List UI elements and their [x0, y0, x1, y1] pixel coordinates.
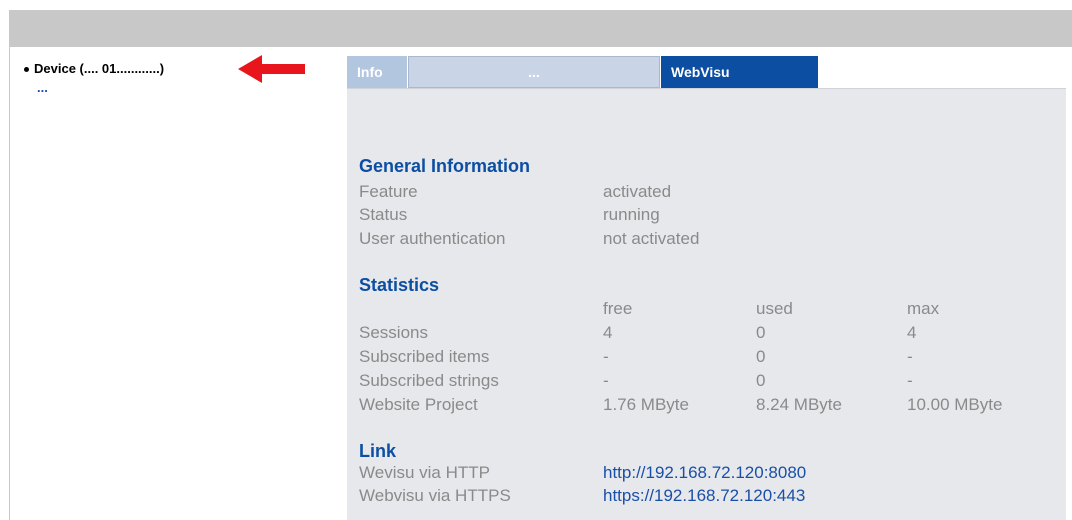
sessions-used: 0: [756, 323, 766, 342]
status-label: Status: [359, 205, 408, 224]
tab-more[interactable]: ...: [408, 56, 660, 88]
https-link[interactable]: https://192.168.72.120:443: [603, 486, 805, 506]
status-value: running: [603, 205, 660, 224]
feature-label: Feature: [359, 182, 418, 201]
subscribed-items-label: Subscribed items: [359, 347, 490, 366]
link-heading: Link: [359, 441, 397, 461]
http-link[interactable]: http://192.168.72.120:8080: [603, 463, 806, 483]
subscribed-strings-max: -: [907, 371, 913, 390]
subscribed-items-free: -: [603, 347, 609, 366]
feature-value: activated: [603, 182, 672, 201]
webvisu-panel: [347, 89, 1066, 520]
tree-item-more[interactable]: ...: [37, 80, 48, 95]
subscribed-strings-label: Subscribed strings: [359, 371, 499, 390]
user-authentication-value: not activated: [603, 229, 700, 248]
statistics-heading: Statistics: [359, 275, 440, 295]
device-tree: Device (.... 01............): [24, 60, 164, 78]
red-arrow-left-icon: [238, 55, 305, 83]
website-project-free: 1.76 MByte: [603, 395, 689, 414]
sessions-label: Sessions: [359, 323, 428, 342]
sessions-max: 4: [907, 323, 917, 342]
stat-header-used: used: [756, 299, 793, 318]
tab-webvisu[interactable]: WebVisu: [661, 56, 819, 88]
tab-info[interactable]: Info: [347, 56, 408, 88]
sessions-free: 4: [603, 323, 613, 342]
website-project-used: 8.24 MByte: [756, 395, 842, 414]
subscribed-strings-free: -: [603, 371, 609, 390]
bullet-icon: [24, 66, 29, 72]
subscribed-strings-used: 0: [756, 371, 766, 390]
tree-item-device-label: Device (.... 01............): [34, 61, 165, 76]
stat-header-free: free: [603, 299, 633, 318]
user-authentication-label: User authentication: [359, 229, 506, 248]
subscribed-items-used: 0: [756, 347, 766, 366]
https-link-label: Webvisu via HTTPS: [359, 486, 511, 505]
subscribed-items-max: -: [907, 347, 913, 366]
tree-item-device[interactable]: Device (.... 01............): [24, 60, 164, 78]
tab-bar: Info ... WebVisu: [347, 56, 819, 89]
website-project-label: Website Project: [359, 395, 478, 414]
http-link-label: Wevisu via HTTP: [359, 463, 490, 482]
website-project-max: 10.00 MByte: [907, 395, 1003, 414]
general-information-heading: General Information: [359, 156, 531, 176]
stat-header-max: max: [907, 299, 940, 318]
